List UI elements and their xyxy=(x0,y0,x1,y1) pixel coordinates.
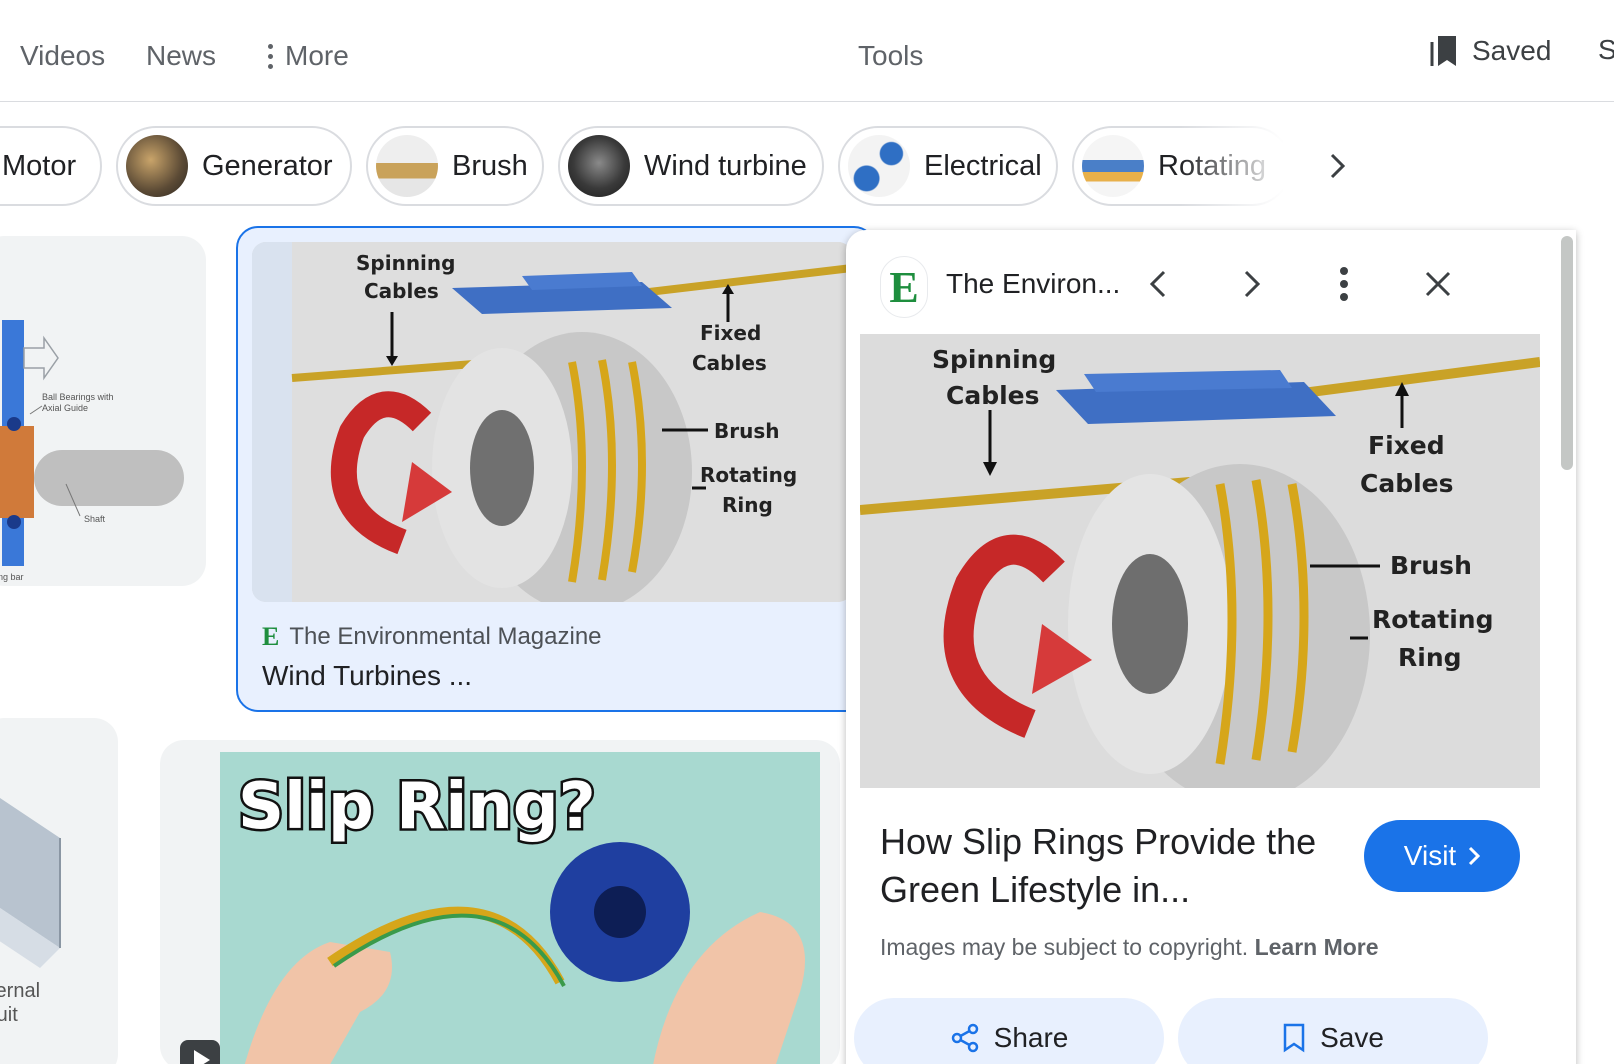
result-image: Spinning Cables Fixed Cables Brush Rotat… xyxy=(252,242,852,602)
result-title[interactable]: Wind Turbines ... xyxy=(262,660,472,692)
top-nav: Videos News More Tools Saved S xyxy=(0,0,1614,102)
chips-next-button[interactable] xyxy=(1318,146,1358,186)
video-thumbnail: Slip Ring? xyxy=(220,752,820,1064)
diagram-label: rcuit xyxy=(0,1004,18,1026)
chip-thumbnail xyxy=(126,135,188,197)
label-cables: Cables xyxy=(946,381,1040,410)
diagram-label: Ball Bearings with Axial Guide xyxy=(42,392,114,413)
share-label: Share xyxy=(993,1022,1069,1053)
visit-button[interactable]: Visit xyxy=(1364,820,1520,892)
chip-electrical[interactable]: Electrical xyxy=(838,126,1058,206)
chip-thumbnail xyxy=(848,135,910,197)
bookmarks-icon xyxy=(1430,36,1456,66)
chip-label: Motor xyxy=(2,149,77,182)
label-rotating: Rotating xyxy=(700,463,797,487)
panel-header: E The Environ... xyxy=(846,230,1546,334)
copyright-text: Images may be subject to copyright. xyxy=(880,934,1249,960)
panel-source-name[interactable]: The Environ... xyxy=(946,268,1120,300)
chips-fade xyxy=(1180,126,1310,206)
label-cables: Cables xyxy=(364,279,439,303)
result-source: E The Environmental Magazine xyxy=(262,622,602,652)
source-logo: E xyxy=(889,262,919,312)
label-fixed: Fixed xyxy=(1368,431,1445,460)
close-icon xyxy=(1425,271,1451,297)
chip-thumbnail xyxy=(568,135,630,197)
save-label: Save xyxy=(1320,1022,1384,1053)
chip-thumbnail xyxy=(1082,135,1144,197)
result-card-partial-bottom[interactable]: xternal rcuit xyxy=(0,718,118,1064)
label-spinning: Spinning xyxy=(356,251,455,275)
result-card-partial[interactable]: Ball Bearings with Axial Guide Shaft ing… xyxy=(0,236,206,586)
close-button[interactable] xyxy=(1414,260,1462,308)
chip-wind-turbine[interactable]: Wind turbine xyxy=(558,126,824,206)
chip-label: Generator xyxy=(202,149,333,182)
image-preview-panel: E The Environ... Spinning Cables Fixed C… xyxy=(846,230,1576,1064)
learn-more-link[interactable]: Learn More xyxy=(1255,934,1379,960)
label-spinning: Spinning xyxy=(932,345,1056,374)
label-fixed-cables: Cables xyxy=(1360,469,1454,498)
visit-label: Visit xyxy=(1403,840,1457,871)
share-icon xyxy=(951,1023,978,1053)
result-source-name: The Environmental Magazine xyxy=(289,623,602,650)
tab-news[interactable]: News xyxy=(146,40,216,72)
label-brush: Brush xyxy=(714,419,780,443)
tab-tools[interactable]: Tools xyxy=(858,40,923,72)
source-logo: E xyxy=(262,622,280,651)
previous-button[interactable] xyxy=(1134,260,1182,308)
label-rotating: Rotating xyxy=(1372,605,1493,634)
chip-label: Wind turbine xyxy=(644,149,807,182)
slip-ring-video-image: Slip Ring? xyxy=(220,752,820,1064)
label-brush: Brush xyxy=(1390,551,1472,580)
chip-thumbnail xyxy=(376,135,438,197)
video-title-text: Slip Ring? xyxy=(238,770,596,844)
more-options-button[interactable] xyxy=(1320,260,1368,308)
result-card-video[interactable]: Slip Ring? xyxy=(160,740,840,1064)
chip-motor[interactable]: Motor xyxy=(0,126,102,206)
diagram-label: ing bar xyxy=(0,572,24,582)
chevron-right-icon xyxy=(1469,846,1481,866)
source-avatar[interactable]: E xyxy=(880,256,928,318)
diagram-label: xternal xyxy=(0,980,41,1002)
diagram-label: Shaft xyxy=(84,514,106,524)
play-icon xyxy=(180,1040,220,1064)
tab-more-label: More xyxy=(285,40,349,71)
chip-label: Brush xyxy=(452,149,528,182)
tab-videos[interactable]: Videos xyxy=(20,40,105,72)
saved-label: Saved xyxy=(1472,35,1552,66)
label-ring: Ring xyxy=(1398,643,1462,672)
chevron-right-icon xyxy=(1244,270,1261,298)
bookmark-icon xyxy=(1283,1023,1305,1053)
chip-brush[interactable]: Brush xyxy=(366,126,544,206)
preview-image[interactable]: Spinning Cables Fixed Cables Brush Rotat… xyxy=(860,334,1540,788)
label-ring: Ring xyxy=(722,493,773,517)
saved-button[interactable]: Saved xyxy=(1430,34,1551,68)
label-fixed-cables: Cables xyxy=(692,351,767,375)
panel-scrollbar-thumb[interactable] xyxy=(1561,236,1573,470)
save-button[interactable]: Save xyxy=(1178,998,1488,1064)
chip-generator[interactable]: Generator xyxy=(116,126,352,206)
copyright-notice: Images may be subject to copyright. Lear… xyxy=(880,934,1379,961)
more-vert-icon xyxy=(268,43,273,69)
next-button[interactable] xyxy=(1228,260,1276,308)
slip-ring-diagram: Spinning Cables Fixed Cables Brush Rotat… xyxy=(252,242,852,602)
tab-more[interactable]: More xyxy=(268,40,349,72)
chevron-left-icon xyxy=(1149,270,1166,298)
more-vert-icon xyxy=(1340,267,1348,301)
settings-button-cut[interactable]: S xyxy=(1598,34,1614,66)
slip-ring-diagram: Spinning Cables Fixed Cables Brush Rotat… xyxy=(860,334,1540,788)
label-fixed: Fixed xyxy=(700,321,761,345)
result-card-selected[interactable]: Spinning Cables Fixed Cables Brush Rotat… xyxy=(236,226,876,712)
panel-title[interactable]: How Slip Rings Provide the Green Lifesty… xyxy=(880,818,1350,914)
share-button[interactable]: Share xyxy=(854,998,1164,1064)
chevron-right-icon xyxy=(1330,153,1346,179)
chip-label: Electrical xyxy=(924,149,1042,182)
